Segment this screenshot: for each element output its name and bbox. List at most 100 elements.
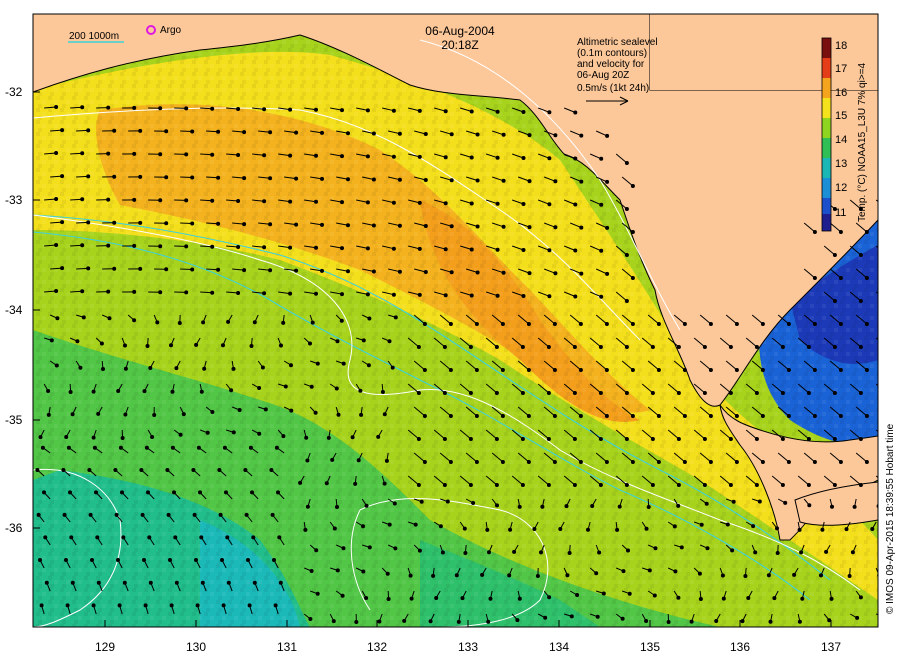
velocity-arrow-head: [272, 558, 276, 562]
velocity-arrow-head: [246, 558, 250, 562]
velocity-arrow-head: [382, 481, 387, 486]
velocity-arrow-head: [184, 198, 189, 203]
velocity-arrow-head: [850, 550, 855, 555]
velocity-arrow-head: [106, 151, 111, 156]
velocity-arrow-head: [336, 412, 341, 417]
velocity-arrow-head: [371, 223, 376, 228]
velocity-arrow-head: [754, 391, 759, 395]
velocity-arrow-head: [630, 230, 635, 234]
velocity-legend-line: 06-Aug 20Z: [577, 70, 629, 81]
velocity-arrow-head: [624, 391, 629, 395]
velocity-arrow-head: [364, 503, 369, 508]
velocity-arrow-head: [361, 569, 366, 574]
lon-label: 130: [186, 640, 206, 654]
velocity-arrow-head: [112, 174, 117, 179]
velocity-arrow-head: [367, 316, 372, 321]
velocity-arrow-head: [546, 391, 551, 395]
velocity-arrow-head: [54, 243, 59, 247]
velocity-arrow-head: [371, 269, 376, 274]
velocity-arrow-head: [624, 483, 629, 487]
velocity-arrow-head: [164, 129, 169, 134]
velocity-arrow-head: [413, 522, 418, 527]
velocity-arrow-head: [682, 322, 687, 326]
velocity-arrow-head: [656, 414, 661, 418]
velocity-arrow-head: [279, 343, 283, 348]
colorbar-seg: [822, 118, 831, 138]
velocity-arrow-head: [132, 243, 137, 248]
velocity-arrow-head: [573, 156, 578, 161]
velocity-arrow-head: [734, 322, 739, 326]
velocity-arrow-head: [417, 292, 422, 297]
velocity-arrow-head: [367, 545, 372, 550]
velocity-arrow-head: [630, 368, 635, 372]
velocity-arrow-head: [827, 618, 832, 623]
velocity-arrow-head: [604, 322, 609, 326]
velocity-arrow-head: [728, 391, 733, 395]
velocity-arrow-head: [702, 437, 707, 441]
velocity-arrow: [879, 499, 883, 506]
velocity-arrow-head: [91, 603, 96, 608]
velocity-arrow-head: [75, 339, 80, 344]
velocity-arrow-head: [112, 266, 117, 271]
velocity-arrow-head: [350, 435, 355, 440]
velocity-arrow-head: [578, 414, 583, 418]
velocity-arrow-head: [250, 490, 254, 495]
velocity-arrow-head: [190, 221, 195, 226]
velocity-arrow-head: [812, 368, 817, 372]
velocity-arrow-head: [148, 580, 153, 585]
velocity-arrow-head: [630, 322, 635, 326]
velocity-arrow-head: [740, 619, 745, 624]
velocity-arrow-head: [553, 225, 558, 230]
velocity-arrow-head: [169, 343, 173, 348]
velocity-arrow-head: [488, 596, 493, 601]
velocity-arrow-head: [624, 345, 629, 349]
velocity-arrow-head: [847, 574, 852, 578]
velocity-arrow-head: [68, 390, 73, 394]
velocity-arrow-head: [605, 225, 610, 230]
velocity-arrow-head: [138, 220, 143, 225]
velocity-arrow-head: [242, 222, 247, 227]
velocity-arrow-head: [199, 535, 204, 540]
velocity-arrow-head: [184, 152, 189, 157]
velocity-arrow-head: [474, 368, 479, 372]
velocity-arrow-head: [210, 410, 215, 414]
velocity-arrow-head: [676, 437, 681, 441]
velocity-arrow-head: [891, 185, 894, 188]
velocity-arrow-head: [221, 603, 226, 608]
velocity-arrow-head: [751, 524, 756, 529]
velocity-arrow: [882, 177, 893, 186]
velocity-arrow-head: [553, 133, 558, 138]
velocity-arrow-head: [393, 315, 398, 320]
velocity-arrow-head: [43, 535, 48, 540]
velocity-arrow-head: [96, 411, 101, 416]
velocity-arrow-head: [365, 154, 370, 159]
velocity-arrow-head: [422, 414, 427, 418]
velocity-arrow-head: [44, 580, 49, 585]
velocity-arrow-head: [708, 460, 713, 464]
velocity-arrow-head: [572, 345, 577, 349]
velocity-arrow-head: [169, 603, 174, 608]
velocity-arrow-head: [38, 435, 43, 440]
velocity-arrow-head: [320, 268, 324, 273]
velocity-arrow-head: [431, 573, 436, 578]
velocity-arrow-head: [243, 468, 248, 472]
velocity-arrow-head: [274, 445, 279, 450]
velocity-arrow-head: [132, 289, 137, 294]
velocity-arrow-head: [309, 569, 314, 573]
velocity-arrow-head: [385, 571, 390, 576]
velocity-arrow-head: [92, 445, 97, 450]
colorbar-seg: [822, 138, 831, 158]
velocity-arrow-head: [252, 320, 257, 325]
velocity-arrow-head: [520, 483, 525, 487]
velocity-arrow-head: [143, 603, 148, 608]
velocity-arrow-head: [448, 414, 453, 418]
velocity-arrow-head: [314, 153, 318, 158]
velocity-arrow-head: [346, 269, 350, 274]
velocity-arrow-head: [855, 615, 860, 620]
velocity-arrow-head: [621, 569, 626, 574]
velocity-arrow-head: [276, 490, 280, 495]
velocity-arrow-head: [495, 109, 500, 114]
velocity-arrow-head: [231, 430, 236, 435]
velocity-arrow-head: [210, 106, 215, 111]
velocity-arrow-head: [598, 345, 603, 349]
